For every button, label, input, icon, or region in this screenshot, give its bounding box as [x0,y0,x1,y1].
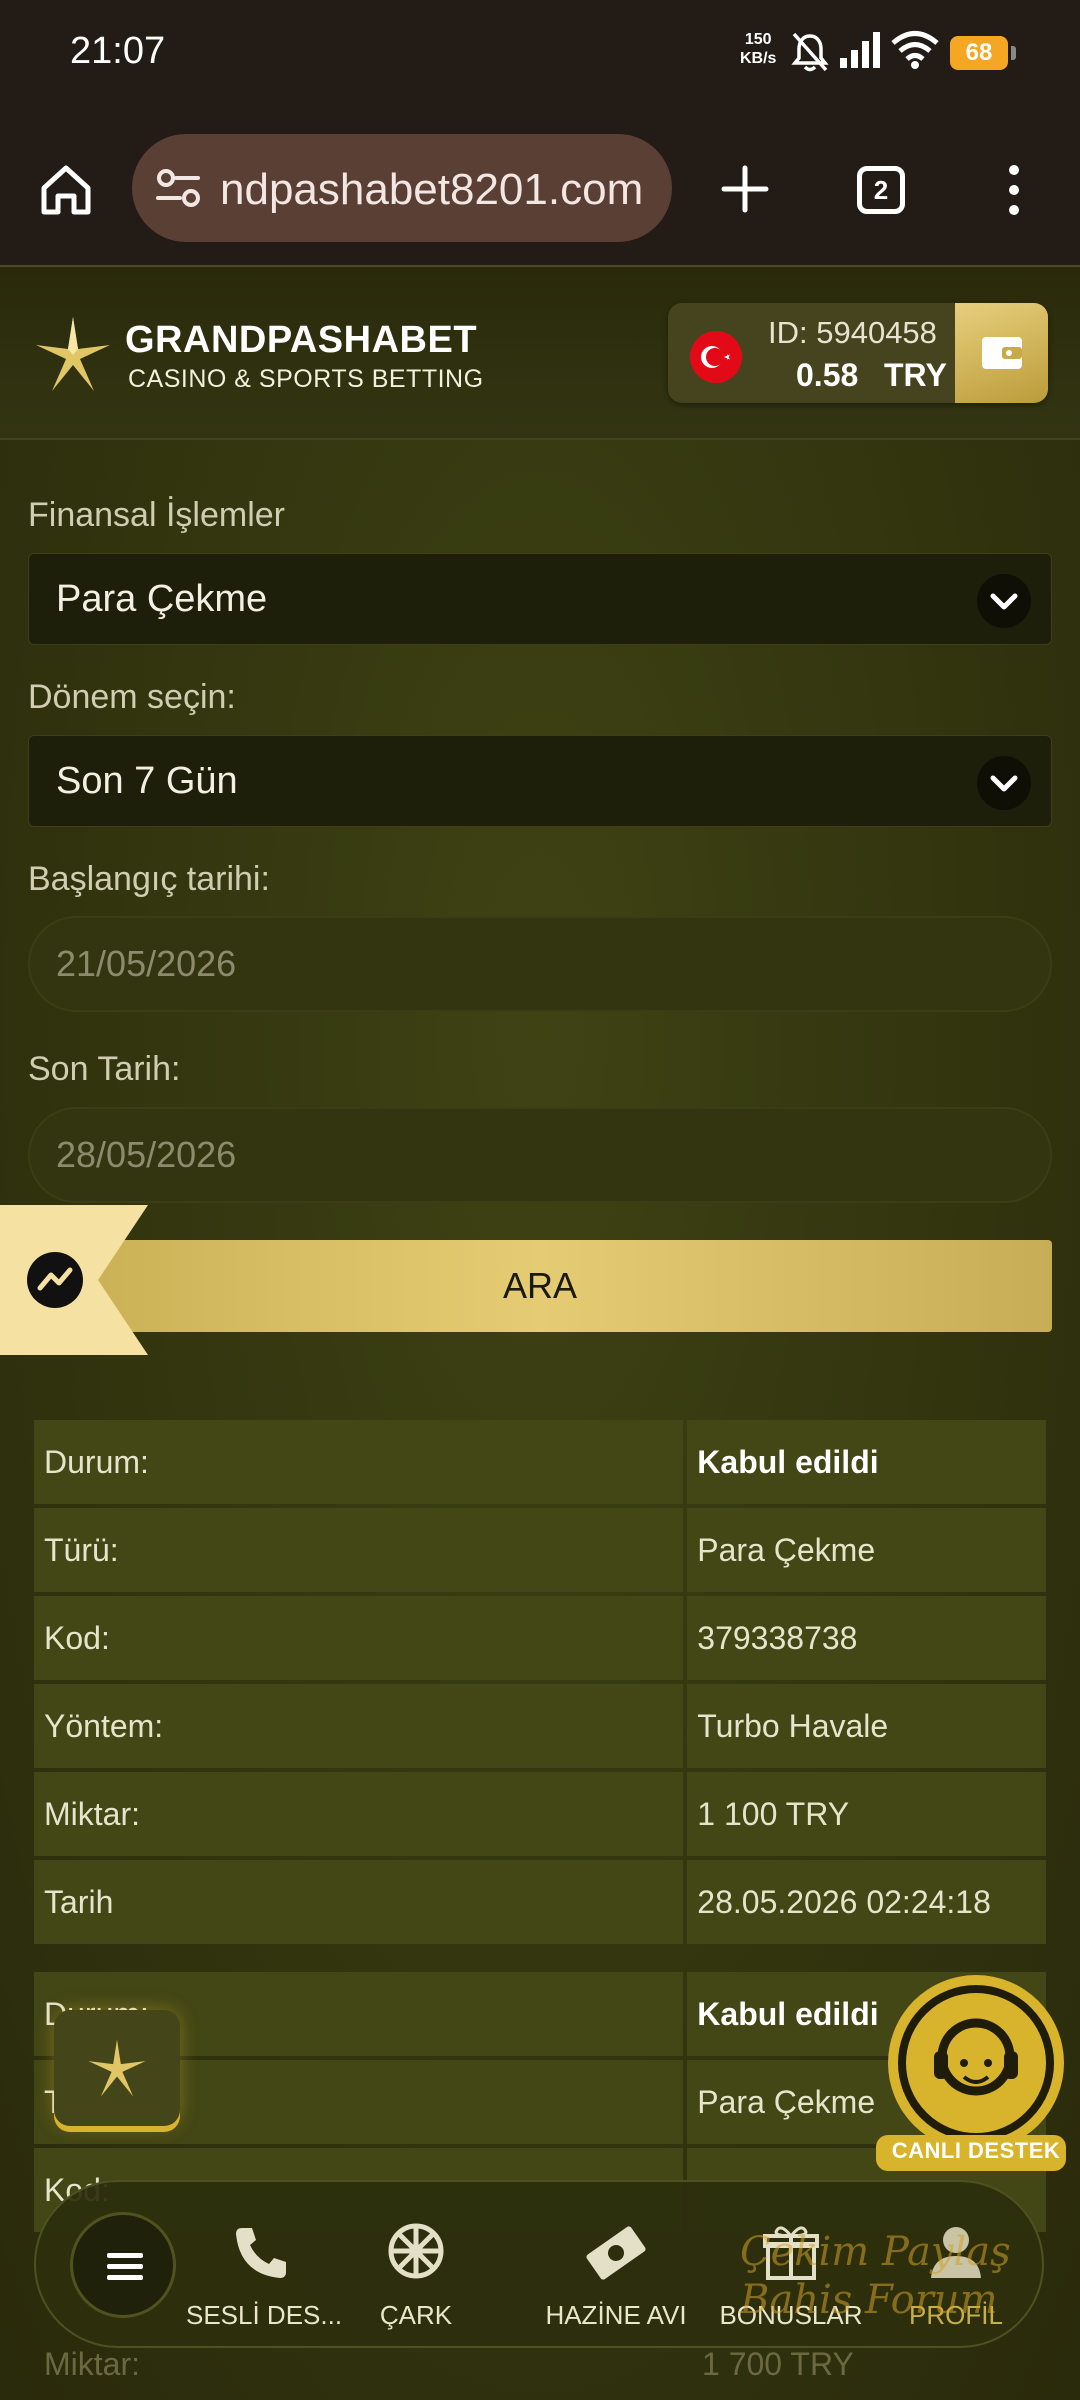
turkey-flag-icon [690,331,742,383]
account-balance: 0.58 [796,357,859,393]
amount-key-partial: Miktar: [44,2346,140,2382]
table-row: Miktar: 1 100 TRY [34,1772,1046,1856]
transaction-table-1: Durum: Kabul edildi Türü: Para Çekme Kod… [30,1416,1050,1948]
status-key: Durum: [34,1420,684,1504]
url-text: ndpashabet8201.com [220,165,644,214]
hamburger-icon [107,2253,143,2280]
table-row: Durum: Kabul edildi [34,1420,1046,1504]
new-tab-icon[interactable] [720,164,770,214]
tab-switcher-button[interactable]: 2 [857,166,905,214]
bottom-navigation: SESLİ DES... ÇARK HAZİNE AVI BONUSLAR PR… [34,2180,1044,2348]
nav-label: SESLİ DES... [186,2300,343,2330]
nav-label: ÇARK [379,2300,453,2330]
nav-treasure-hunt[interactable]: HAZİNE AVI [536,2182,696,2350]
method-key: Yöntem: [34,1684,684,1768]
brand-subtitle: CASINO & SPORTS BETTING [128,365,484,393]
wheel-icon [388,2223,444,2279]
menu-button[interactable] [70,2212,176,2318]
star-icon [88,2039,146,2097]
table-row: Türü: Para Çekme [34,1508,1046,1592]
site-header: GRANDPASHABET CASINO & SPORTS BETTING ID… [0,265,1080,440]
floating-star-button[interactable] [54,2010,180,2126]
chevron-down-icon[interactable] [977,756,1031,810]
account-balance-box[interactable]: ID: 5940458 0.58 TRY [668,303,1048,403]
more-options-icon[interactable] [1000,162,1028,218]
brand-title[interactable]: GRANDPASHABET [125,319,477,362]
status-bar: 21:07 150 KB/s 68 [0,0,1080,110]
period-select-value: Son 7 Gün [56,760,238,802]
signal-icon [840,32,880,68]
start-date-field[interactable] [28,916,1052,1012]
url-bar[interactable]: ndpashabet8201.com [132,134,672,242]
site-settings-icon[interactable] [154,164,204,212]
status-time: 21:07 [70,30,166,72]
code-value: 379338738 [687,1596,1046,1680]
code-key: Kod: [34,1596,684,1680]
end-date-input[interactable] [56,1109,1016,1201]
date-value: 28.05.2026 02:24:18 [687,1860,1046,1944]
type-value: Para Çekme [687,1508,1046,1592]
live-support-label[interactable]: CANLI DESTEK [876,2138,1076,2164]
net-speed-value: 150 [744,31,772,48]
nav-profile[interactable]: PROFİL [896,2182,1016,2350]
start-date-label: Başlangıç tarihi: [28,860,270,898]
nav-voice-support[interactable]: SESLİ DES... [186,2182,343,2350]
money-icon [586,2226,646,2280]
wifi-icon [891,31,939,69]
wallet-button[interactable] [955,303,1048,403]
net-speed: 150 KB/s [740,30,776,68]
method-value: Turbo Havale [687,1684,1046,1768]
date-key: Tarih [34,1860,684,1944]
amount-value: 1 100 TRY [687,1772,1046,1856]
table-row: Kod: 379338738 [34,1596,1046,1680]
transactions-label: Finansal İşlemler [28,496,285,534]
transactions-select-value: Para Çekme [56,578,268,620]
nav-bonuses[interactable]: BONUSLAR [716,2182,866,2350]
period-select[interactable]: Son 7 Gün [28,735,1052,827]
account-id: ID: 5940458 [768,315,937,350]
start-date-input[interactable] [56,918,1016,1010]
amount-key: Miktar: [34,1772,684,1856]
wallet-icon [982,337,1022,369]
nav-label: BONUSLAR [719,2300,863,2330]
period-label: Dönem seçin: [28,678,236,716]
net-speed-unit: KB/s [740,50,777,67]
messenger-ribbon[interactable] [0,1205,150,1355]
gift-icon [763,2226,819,2280]
bell-off-icon [791,32,829,72]
table-row: Tarih 28.05.2026 02:24:18 [34,1860,1046,1944]
chevron-down-icon[interactable] [977,574,1031,628]
search-button[interactable]: ARA [28,1240,1052,1332]
transactions-select[interactable]: Para Çekme [28,553,1052,645]
type-key: Türü: [34,1508,684,1592]
end-date-label: Son Tarih: [28,1050,181,1088]
battery-icon: 68 [950,36,1016,70]
end-date-field[interactable] [28,1107,1052,1203]
home-icon[interactable] [38,162,94,218]
nav-label: PROFİL [909,2300,1003,2330]
table-row: Yöntem: Turbo Havale [34,1684,1046,1768]
phone-icon [236,2228,286,2278]
nav-wheel[interactable]: ÇARK [356,2182,476,2350]
browser-toolbar: ndpashabet8201.com 2 [0,110,1080,265]
brand-star-icon[interactable] [34,315,112,393]
nav-label: HAZİNE AVI [545,2300,687,2330]
status-value: Kabul edildi [687,1420,1046,1504]
account-currency: TRY [884,357,947,393]
user-icon [931,2227,981,2278]
amount-value-partial: 1 700 TRY [702,2346,854,2382]
